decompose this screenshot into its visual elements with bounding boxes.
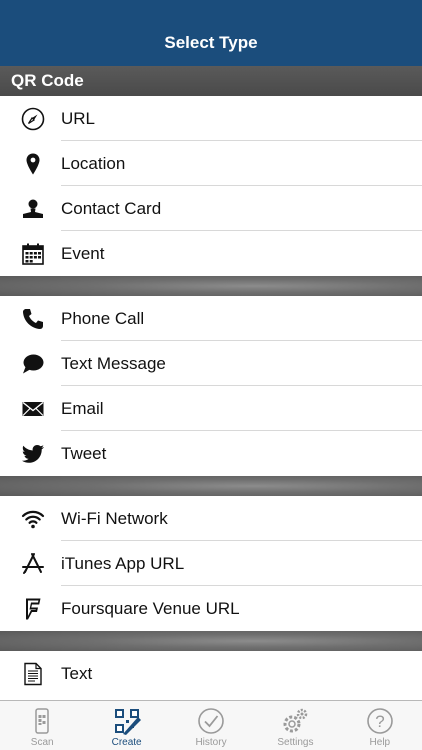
- row-event[interactable]: Event: [0, 231, 422, 276]
- row-contact-card[interactable]: Contact Card: [0, 186, 422, 231]
- row-label: Contact Card: [61, 198, 162, 218]
- speech-bubble-icon: [20, 351, 46, 377]
- foursquare-icon: [20, 596, 46, 622]
- group-separator: [0, 631, 422, 651]
- compass-icon: [20, 106, 46, 132]
- row-phone-call[interactable]: Phone Call: [0, 296, 422, 341]
- location-pin-icon: [20, 151, 46, 177]
- row-label: Event: [61, 243, 105, 263]
- row-label: Phone Call: [61, 308, 145, 328]
- tab-label: Scan: [30, 737, 54, 748]
- qr-create-icon: [114, 709, 141, 735]
- tab-label: Help: [369, 737, 391, 748]
- tab-history[interactable]: History: [169, 701, 253, 750]
- document-icon: [20, 661, 46, 687]
- row-url[interactable]: URL: [0, 96, 422, 141]
- row-foursquare-venue-url[interactable]: Foursquare Venue URL: [0, 586, 422, 631]
- tab-label: Settings: [277, 737, 314, 748]
- row-text-message[interactable]: Text Message: [0, 341, 422, 386]
- group-separator: [0, 476, 422, 496]
- row-wifi-network[interactable]: Wi-Fi Network: [0, 496, 422, 541]
- tab-label: Create: [111, 737, 142, 748]
- row-label: Text Message: [61, 353, 166, 373]
- app-store-icon: [20, 551, 46, 577]
- row-label: iTunes App URL: [61, 553, 185, 573]
- gears-icon: [283, 708, 308, 733]
- calendar-icon: [20, 241, 46, 267]
- svg-text:?: ?: [375, 712, 384, 731]
- tab-help[interactable]: ? Help: [338, 701, 422, 750]
- row-location[interactable]: Location: [0, 141, 422, 186]
- type-group-2: Phone Call Text Message Email Tweet: [0, 296, 422, 476]
- row-tweet[interactable]: Tweet: [0, 431, 422, 476]
- wifi-icon: [20, 506, 46, 532]
- tab-bar: Scan Create History Settings ? Help: [0, 700, 422, 750]
- twitter-bird-icon: [20, 441, 46, 467]
- row-label: Text: [61, 663, 93, 683]
- person-icon: [20, 196, 46, 222]
- tab-scan[interactable]: Scan: [0, 701, 84, 750]
- question-circle-icon: ?: [367, 708, 393, 734]
- row-label: Email: [61, 398, 104, 418]
- row-itunes-app-url[interactable]: iTunes App URL: [0, 541, 422, 586]
- row-email[interactable]: Email: [0, 386, 422, 431]
- row-label: Foursquare Venue URL: [61, 598, 240, 618]
- tab-create[interactable]: Create: [84, 701, 168, 750]
- type-group-4: Text: [0, 651, 422, 696]
- row-label: Tweet: [61, 443, 107, 463]
- qr-scan-icon: [35, 708, 49, 734]
- phone-icon: [20, 306, 46, 332]
- tab-label: History: [195, 737, 227, 748]
- row-label: Location: [61, 153, 126, 173]
- checkmark-circle-icon: [198, 708, 224, 734]
- row-label: Wi-Fi Network: [61, 508, 168, 528]
- section-header-qr-code: QR Code: [0, 66, 422, 96]
- envelope-icon: [20, 396, 46, 422]
- tab-settings[interactable]: Settings: [253, 701, 337, 750]
- row-label: URL: [61, 108, 96, 128]
- type-group-1: URL Location Contact Card Event: [0, 96, 422, 276]
- row-text[interactable]: Text: [0, 651, 422, 696]
- navigation-bar: Select Type: [0, 0, 422, 66]
- group-separator: [0, 276, 422, 296]
- page-title: Select Type: [164, 33, 258, 52]
- type-group-3: Wi-Fi Network iTunes App URL Foursquare …: [0, 496, 422, 631]
